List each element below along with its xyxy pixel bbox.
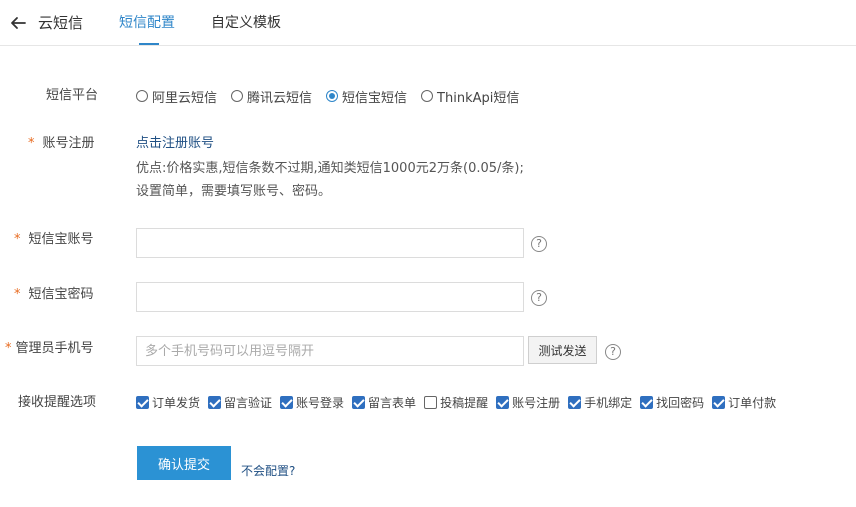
radio-label: ThinkApi短信 <box>437 90 520 106</box>
radio-label: 腾讯云短信 <box>247 90 313 106</box>
checkbox-order-shipped[interactable]: 订单发货 <box>136 394 200 411</box>
checkbox-label: 账号注册 <box>512 395 561 410</box>
checkbox-unchecked[interactable] <box>424 395 438 409</box>
checkbox-checked[interactable] <box>568 395 582 409</box>
test-send-button[interactable]: 测试发送 <box>528 336 597 364</box>
checkbox-checked[interactable] <box>136 395 149 409</box>
radio-label: 短信宝短信 <box>342 90 408 106</box>
password-label: * 短信宝密码 <box>14 286 94 304</box>
checkbox-label: 账号登录 <box>296 395 345 410</box>
checkbox-account-login[interactable]: 账号登录 <box>280 394 344 411</box>
register-info-line-1: 优点:价格实惠,短信条数不过期,通知类短信1000元2万条(0.05/条); <box>136 161 524 176</box>
checkbox-message-verify[interactable]: 留言验证 <box>208 394 272 411</box>
checkbox-label: 找回密码 <box>656 395 705 410</box>
radio-button[interactable] <box>231 90 244 102</box>
checkbox-password-recovery[interactable]: 找回密码 <box>640 394 704 411</box>
required-mark: * <box>14 287 21 302</box>
admin-phone-label: * 管理员手机号 <box>5 340 94 358</box>
checkbox-phone-bind[interactable]: 手机绑定 <box>568 394 632 411</box>
question-circle-icon[interactable]: ? <box>531 290 547 306</box>
checkbox-label: 订单付款 <box>728 395 777 410</box>
register-label-text: 账号注册 <box>42 136 95 151</box>
register-label: * 账号注册 <box>28 135 95 153</box>
required-mark: * <box>14 232 21 247</box>
radio-tencent[interactable]: 腾讯云短信 <box>231 87 312 106</box>
register-info-line-2: 设置简单，需要填写账号、密码。 <box>136 184 332 199</box>
radio-label: 阿里云短信 <box>152 90 218 106</box>
checkbox-account-register[interactable]: 账号注册 <box>496 394 560 411</box>
checkbox-submission-alert[interactable]: 投稿提醒 <box>424 394 488 411</box>
checkbox-label: 留言验证 <box>224 395 273 410</box>
password-label-text: 短信宝密码 <box>28 287 94 302</box>
radio-button-selected[interactable] <box>326 90 339 102</box>
admin-phone-input[interactable] <box>136 336 524 366</box>
arrow-left-icon[interactable] <box>8 13 28 33</box>
submit-button[interactable]: 确认提交 <box>137 446 231 480</box>
radio-button[interactable] <box>421 90 434 102</box>
checkbox-label: 订单发货 <box>152 395 201 410</box>
account-label-text: 短信宝账号 <box>28 232 94 247</box>
platform-radio-group: 阿里云短信 腾讯云短信 短信宝短信 ThinkApi短信 <box>136 86 533 106</box>
checkbox-label: 手机绑定 <box>584 395 633 410</box>
checkbox-checked[interactable] <box>352 395 366 409</box>
tab-custom-template[interactable]: 自定义模板 <box>211 13 281 33</box>
account-label: * 短信宝账号 <box>14 231 94 249</box>
config-help-link[interactable]: 不会配置? <box>241 463 295 479</box>
admin-phone-label-text: 管理员手机号 <box>15 341 94 356</box>
register-account-link[interactable]: 点击注册账号 <box>136 135 214 153</box>
question-circle-icon[interactable]: ? <box>531 236 547 252</box>
required-mark: * <box>28 136 35 151</box>
reminder-checkbox-group: 订单发货 留言验证 账号登录 留言表单 投稿提醒 账号注册 手机绑定 找回密码 … <box>136 393 784 411</box>
top-header: 云短信 短信配置 自定义模板 <box>0 0 856 46</box>
radio-thinkapi[interactable]: ThinkApi短信 <box>421 87 519 106</box>
account-input[interactable] <box>136 228 524 258</box>
app-title: 云短信 <box>38 14 84 32</box>
checkbox-checked[interactable] <box>496 395 510 409</box>
radio-smsbao[interactable]: 短信宝短信 <box>326 87 407 106</box>
checkbox-label: 留言表单 <box>368 395 417 410</box>
reminders-label: 接收提醒选项 <box>18 395 97 410</box>
radio-aliyun[interactable]: 阿里云短信 <box>136 87 217 106</box>
checkbox-checked[interactable] <box>280 395 294 409</box>
checkbox-checked[interactable] <box>640 395 654 409</box>
radio-button[interactable] <box>136 90 148 102</box>
active-tab-indicator <box>139 43 159 45</box>
checkbox-label: 投稿提醒 <box>440 395 489 410</box>
question-circle-icon[interactable]: ? <box>605 344 621 360</box>
platform-label: 短信平台 <box>46 88 99 103</box>
password-input[interactable] <box>136 282 524 312</box>
checkbox-message-form[interactable]: 留言表单 <box>352 394 416 411</box>
tab-sms-config[interactable]: 短信配置 <box>119 13 175 33</box>
checkbox-order-payment[interactable]: 订单付款 <box>712 394 776 411</box>
checkbox-checked[interactable] <box>208 395 222 409</box>
checkbox-checked[interactable] <box>712 395 726 409</box>
required-mark: * <box>5 341 12 356</box>
